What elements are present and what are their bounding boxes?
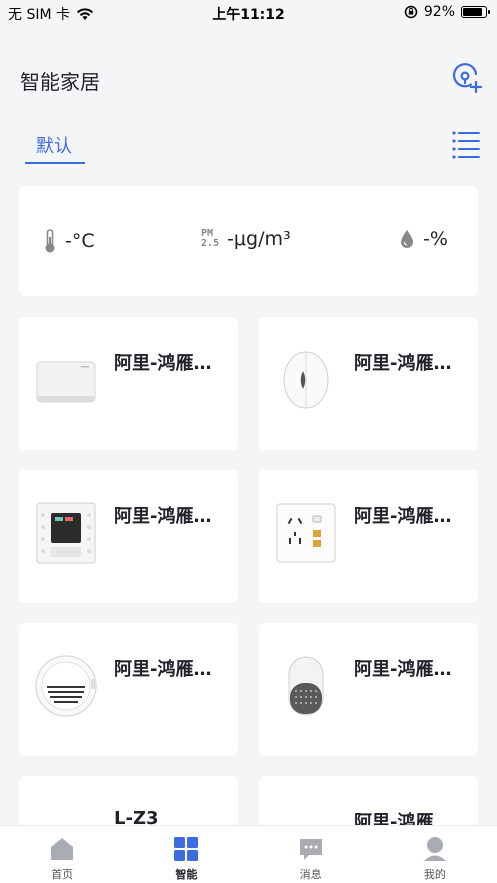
tab-underline bbox=[25, 162, 85, 164]
device-name: 阿里-鸿雁智能插座 bbox=[354, 506, 469, 527]
tab-smart-label: 智能 bbox=[175, 868, 198, 881]
device-card[interactable]: 阿里-鸿雁智能音箱 bbox=[259, 623, 478, 756]
tab-smart[interactable]: 智能 bbox=[124, 826, 248, 883]
status-right: 92% bbox=[404, 4, 490, 20]
tab-default[interactable]: 默认 bbox=[26, 132, 82, 158]
tab-messages[interactable]: 消息 bbox=[249, 826, 373, 883]
gateway-icon bbox=[31, 343, 101, 417]
device-card[interactable]: 阿里-鸿雁智能插座 bbox=[259, 470, 478, 603]
water-drop-icon bbox=[401, 230, 413, 248]
message-icon bbox=[299, 839, 322, 860]
pm25-icon: PM 2.5 bbox=[201, 228, 220, 249]
page-title: 智能家居 bbox=[20, 70, 100, 94]
temperature-value: -°C bbox=[65, 230, 95, 252]
humidity-value: -% bbox=[423, 228, 448, 250]
device-card[interactable]: 阿里-鸿雁智能面板 bbox=[19, 470, 238, 603]
battery-icon bbox=[461, 6, 490, 18]
temperature-reading: -°C bbox=[43, 228, 95, 254]
device-name: 阿里-鸿雁烟雾报警器 bbox=[114, 659, 229, 680]
add-home-button[interactable] bbox=[449, 60, 483, 94]
device-name: 阿里-鸿雁智能面板 bbox=[114, 506, 229, 527]
pm25-reading: PM 2.5 -μg/m³ bbox=[201, 228, 291, 250]
tab-messages-label: 消息 bbox=[299, 868, 322, 881]
device-name: 阿里-鸿雁智能音箱 bbox=[354, 659, 469, 680]
device-name: 阿里-鸿雁智能网关 bbox=[114, 353, 229, 374]
pm25-value: -μg/m³ bbox=[227, 228, 291, 250]
environment-card[interactable]: -°C PM 2.5 -μg/m³ -% bbox=[19, 186, 478, 296]
device-name: 阿里-鸿雁门磁传感器 bbox=[354, 353, 469, 374]
list-view-button[interactable] bbox=[449, 128, 483, 162]
speaker-icon bbox=[271, 649, 341, 723]
tab-home[interactable]: 首页 bbox=[0, 826, 124, 883]
tab-mine[interactable]: 我的 bbox=[373, 826, 497, 883]
battery-fill bbox=[463, 8, 483, 16]
room-tabs: 默认 bbox=[20, 128, 483, 168]
smoke-detector-icon bbox=[31, 649, 101, 723]
orientation-lock-icon bbox=[404, 5, 418, 19]
add-home-icon bbox=[453, 63, 483, 94]
bottom-tab-bar: 首页 智能 消息 我的 bbox=[0, 825, 497, 883]
header: 智能家居 bbox=[20, 60, 483, 100]
switch-panel-icon bbox=[31, 496, 101, 570]
battery-percent: 92% bbox=[423, 4, 455, 20]
socket-icon bbox=[271, 496, 341, 570]
device-card[interactable]: 阿里-鸿雁烟雾报警器 bbox=[19, 623, 238, 756]
device-card[interactable]: 阿里-鸿雁门磁传感器 bbox=[259, 317, 478, 450]
humidity-reading: -% bbox=[399, 228, 448, 250]
list-icon bbox=[452, 131, 480, 159]
tab-mine-label: 我的 bbox=[423, 868, 446, 881]
thermometer-icon bbox=[45, 229, 55, 253]
device-card[interactable]: 阿里-鸿雁智能网关 bbox=[19, 317, 238, 450]
door-sensor-icon bbox=[271, 343, 341, 417]
tab-home-label: 首页 bbox=[51, 868, 74, 881]
grid-icon bbox=[174, 837, 199, 861]
status-bar: 无 SIM 卡 上午11:12 92% bbox=[0, 0, 497, 26]
user-icon bbox=[423, 837, 446, 861]
home-icon bbox=[51, 838, 74, 860]
